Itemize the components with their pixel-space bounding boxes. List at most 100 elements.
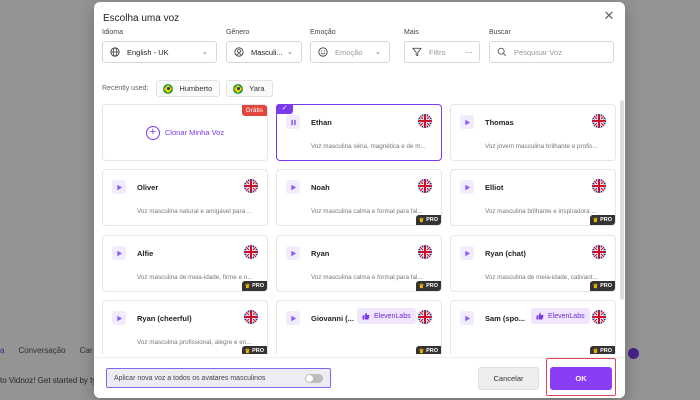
filter-genero: Gênero Masculi... ⌄	[226, 29, 302, 63]
play-icon[interactable]	[286, 180, 300, 194]
recent-voice-name: Yara	[249, 84, 265, 93]
pro-label: PRO	[426, 217, 438, 223]
crown-icon: ♛	[592, 283, 599, 290]
pro-label: PRO	[600, 283, 612, 289]
filter-emocao-label: Emoção	[310, 29, 336, 36]
uk-flag-icon	[418, 310, 432, 324]
voice-card[interactable]: Sam (spo... ElevenLabs ♛ PRO	[450, 300, 616, 354]
filter-buscar: Buscar Pesquisar Voz	[489, 29, 614, 63]
gratis-badge: Grátis	[241, 105, 267, 116]
clone-voice-label: Clonar Minha Voz	[164, 128, 225, 137]
voice-description: Voz masculina natural e amigável para ..…	[137, 208, 253, 215]
uk-flag-icon	[592, 179, 606, 193]
pause-icon[interactable]	[286, 115, 300, 129]
voice-description: Voz masculina calma e formal para fal...	[311, 208, 423, 215]
brazil-flag-icon	[233, 83, 244, 94]
voice-card[interactable]: Ryan Voz masculina calma e formal para fa…	[276, 235, 442, 292]
pro-badge: ♛ PRO	[589, 346, 615, 354]
play-icon[interactable]	[460, 246, 474, 260]
crown-icon: ♛	[418, 217, 425, 224]
uk-flag-icon	[592, 310, 606, 324]
cancel-button[interactable]: Cancelar	[478, 367, 539, 390]
filter-mais: Mais Filtro ···	[404, 29, 480, 63]
chevron-down-icon: ⌄	[375, 49, 381, 56]
voice-name: Ryan (cheerful)	[137, 314, 192, 323]
voice-card[interactable]: ✓ Ethan Voz masculina séria, magnética e d…	[276, 104, 442, 161]
globe-icon	[109, 46, 121, 58]
voice-description: Voz masculina séria, magnética e de m...	[311, 143, 426, 150]
more-dots-icon: ···	[465, 47, 473, 57]
more-filter-select[interactable]: Filtro ···	[404, 41, 480, 63]
language-select[interactable]: English - UK ⌄	[102, 41, 217, 63]
pro-badge: ♛ PRO	[415, 281, 441, 291]
crown-icon: ♛	[418, 283, 425, 290]
modal-footer: Aplicar nova voz a todos os avatares mas…	[94, 357, 625, 398]
voice-picker-modal: Escolha uma voz ✕ Idioma English - UK ⌄ …	[94, 2, 625, 398]
uk-flag-icon	[592, 245, 606, 259]
voice-name: Alfie	[137, 249, 154, 258]
voice-name: Ryan	[311, 249, 330, 258]
play-icon[interactable]	[460, 180, 474, 194]
pro-label: PRO	[426, 283, 438, 289]
voice-name: Giovanni (...	[311, 314, 354, 323]
plus-icon: +	[145, 125, 160, 140]
language-value: English - UK	[127, 47, 169, 57]
scrollbar[interactable]	[620, 100, 624, 300]
voice-card[interactable]: Noah Voz masculina calma e formal para fa…	[276, 169, 442, 226]
voice-description: Voz masculina brilhante e inspiradora ..…	[485, 208, 597, 215]
apply-all-option[interactable]: Aplicar nova voz a todos os avatares mas…	[106, 368, 331, 388]
pro-badge: ♛ PRO	[241, 281, 267, 291]
voice-card[interactable]: Elliot Voz masculina brilhante e inspirad…	[450, 169, 616, 226]
voice-description: Voz masculina de meia-idade, cativant...	[485, 274, 598, 281]
pro-badge: ♛ PRO	[415, 215, 441, 225]
recent-voice-chip[interactable]: Yara	[226, 80, 273, 97]
uk-flag-icon	[418, 114, 432, 128]
play-icon[interactable]	[112, 311, 126, 325]
recent-voice-chip[interactable]: Humberto	[156, 80, 221, 97]
gender-select[interactable]: Masculi... ⌄	[226, 41, 302, 63]
filter-buscar-label: Buscar	[489, 29, 511, 36]
crown-icon: ♛	[244, 283, 251, 290]
play-icon[interactable]	[460, 311, 474, 325]
voice-description: Voz masculina profissional, alegre e en.…	[137, 339, 252, 346]
emotion-select[interactable]: Emoção ⌄	[310, 41, 390, 63]
pro-label: PRO	[600, 348, 612, 354]
play-icon[interactable]	[286, 246, 300, 260]
voice-grid: + Clonar Minha Voz Grátis ✓ Ethan Voz masc…	[94, 99, 625, 354]
play-icon[interactable]	[112, 246, 126, 260]
voice-card[interactable]: Giovanni (... ElevenLabs ♛ PRO	[276, 300, 442, 354]
play-icon[interactable]	[286, 311, 300, 325]
pro-badge: ♛ PRO	[241, 346, 267, 354]
clone-voice-card[interactable]: + Clonar Minha Voz Grátis	[102, 104, 268, 161]
voice-name: Sam (spo...	[485, 314, 526, 323]
thumbs-up-icon	[362, 312, 370, 320]
play-icon[interactable]	[460, 115, 474, 129]
user-icon	[233, 46, 245, 58]
emotion-placeholder: Emoção	[335, 47, 363, 57]
voice-card[interactable]: Ryan (cheerful) Voz masculina profissiona…	[102, 300, 268, 354]
ok-button[interactable]: OK	[550, 367, 612, 390]
filter-idioma-label: Idioma	[102, 29, 124, 36]
crown-icon: ♛	[418, 348, 425, 355]
modal-title: Escolha uma voz	[103, 13, 180, 24]
brazil-flag-icon	[163, 83, 174, 94]
voice-card[interactable]: Ryan (chat) Voz masculina de meia-idade, …	[450, 235, 616, 292]
filter-emocao: Emoção Emoção ⌄	[310, 29, 390, 63]
apply-all-toggle[interactable]	[305, 373, 323, 383]
close-icon[interactable]: ✕	[602, 9, 616, 23]
play-icon[interactable]	[112, 180, 126, 194]
voice-name: Noah	[311, 183, 330, 192]
recent-voice-name: Humberto	[179, 84, 213, 93]
elevenlabs-badge: ElevenLabs	[531, 308, 590, 324]
pro-label: PRO	[252, 283, 264, 289]
uk-flag-icon	[244, 245, 258, 259]
voice-description: Voz masculina de meia-idade, firme e n..…	[137, 274, 253, 281]
voice-card[interactable]: Alfie Voz masculina de meia-idade, firme …	[102, 235, 268, 292]
search-placeholder: Pesquisar Voz	[514, 47, 562, 57]
filter-icon	[411, 46, 423, 58]
voice-card[interactable]: Thomas Voz jovem masculina brilhante e pr…	[450, 104, 616, 161]
voice-card[interactable]: Oliver Voz masculina natural e amigável p…	[102, 169, 268, 226]
apply-all-label: Aplicar nova voz a todos os avatares mas…	[114, 374, 266, 382]
search-input[interactable]: Pesquisar Voz	[489, 41, 614, 63]
recently-used: Recently used: Humberto Yara	[102, 80, 273, 97]
